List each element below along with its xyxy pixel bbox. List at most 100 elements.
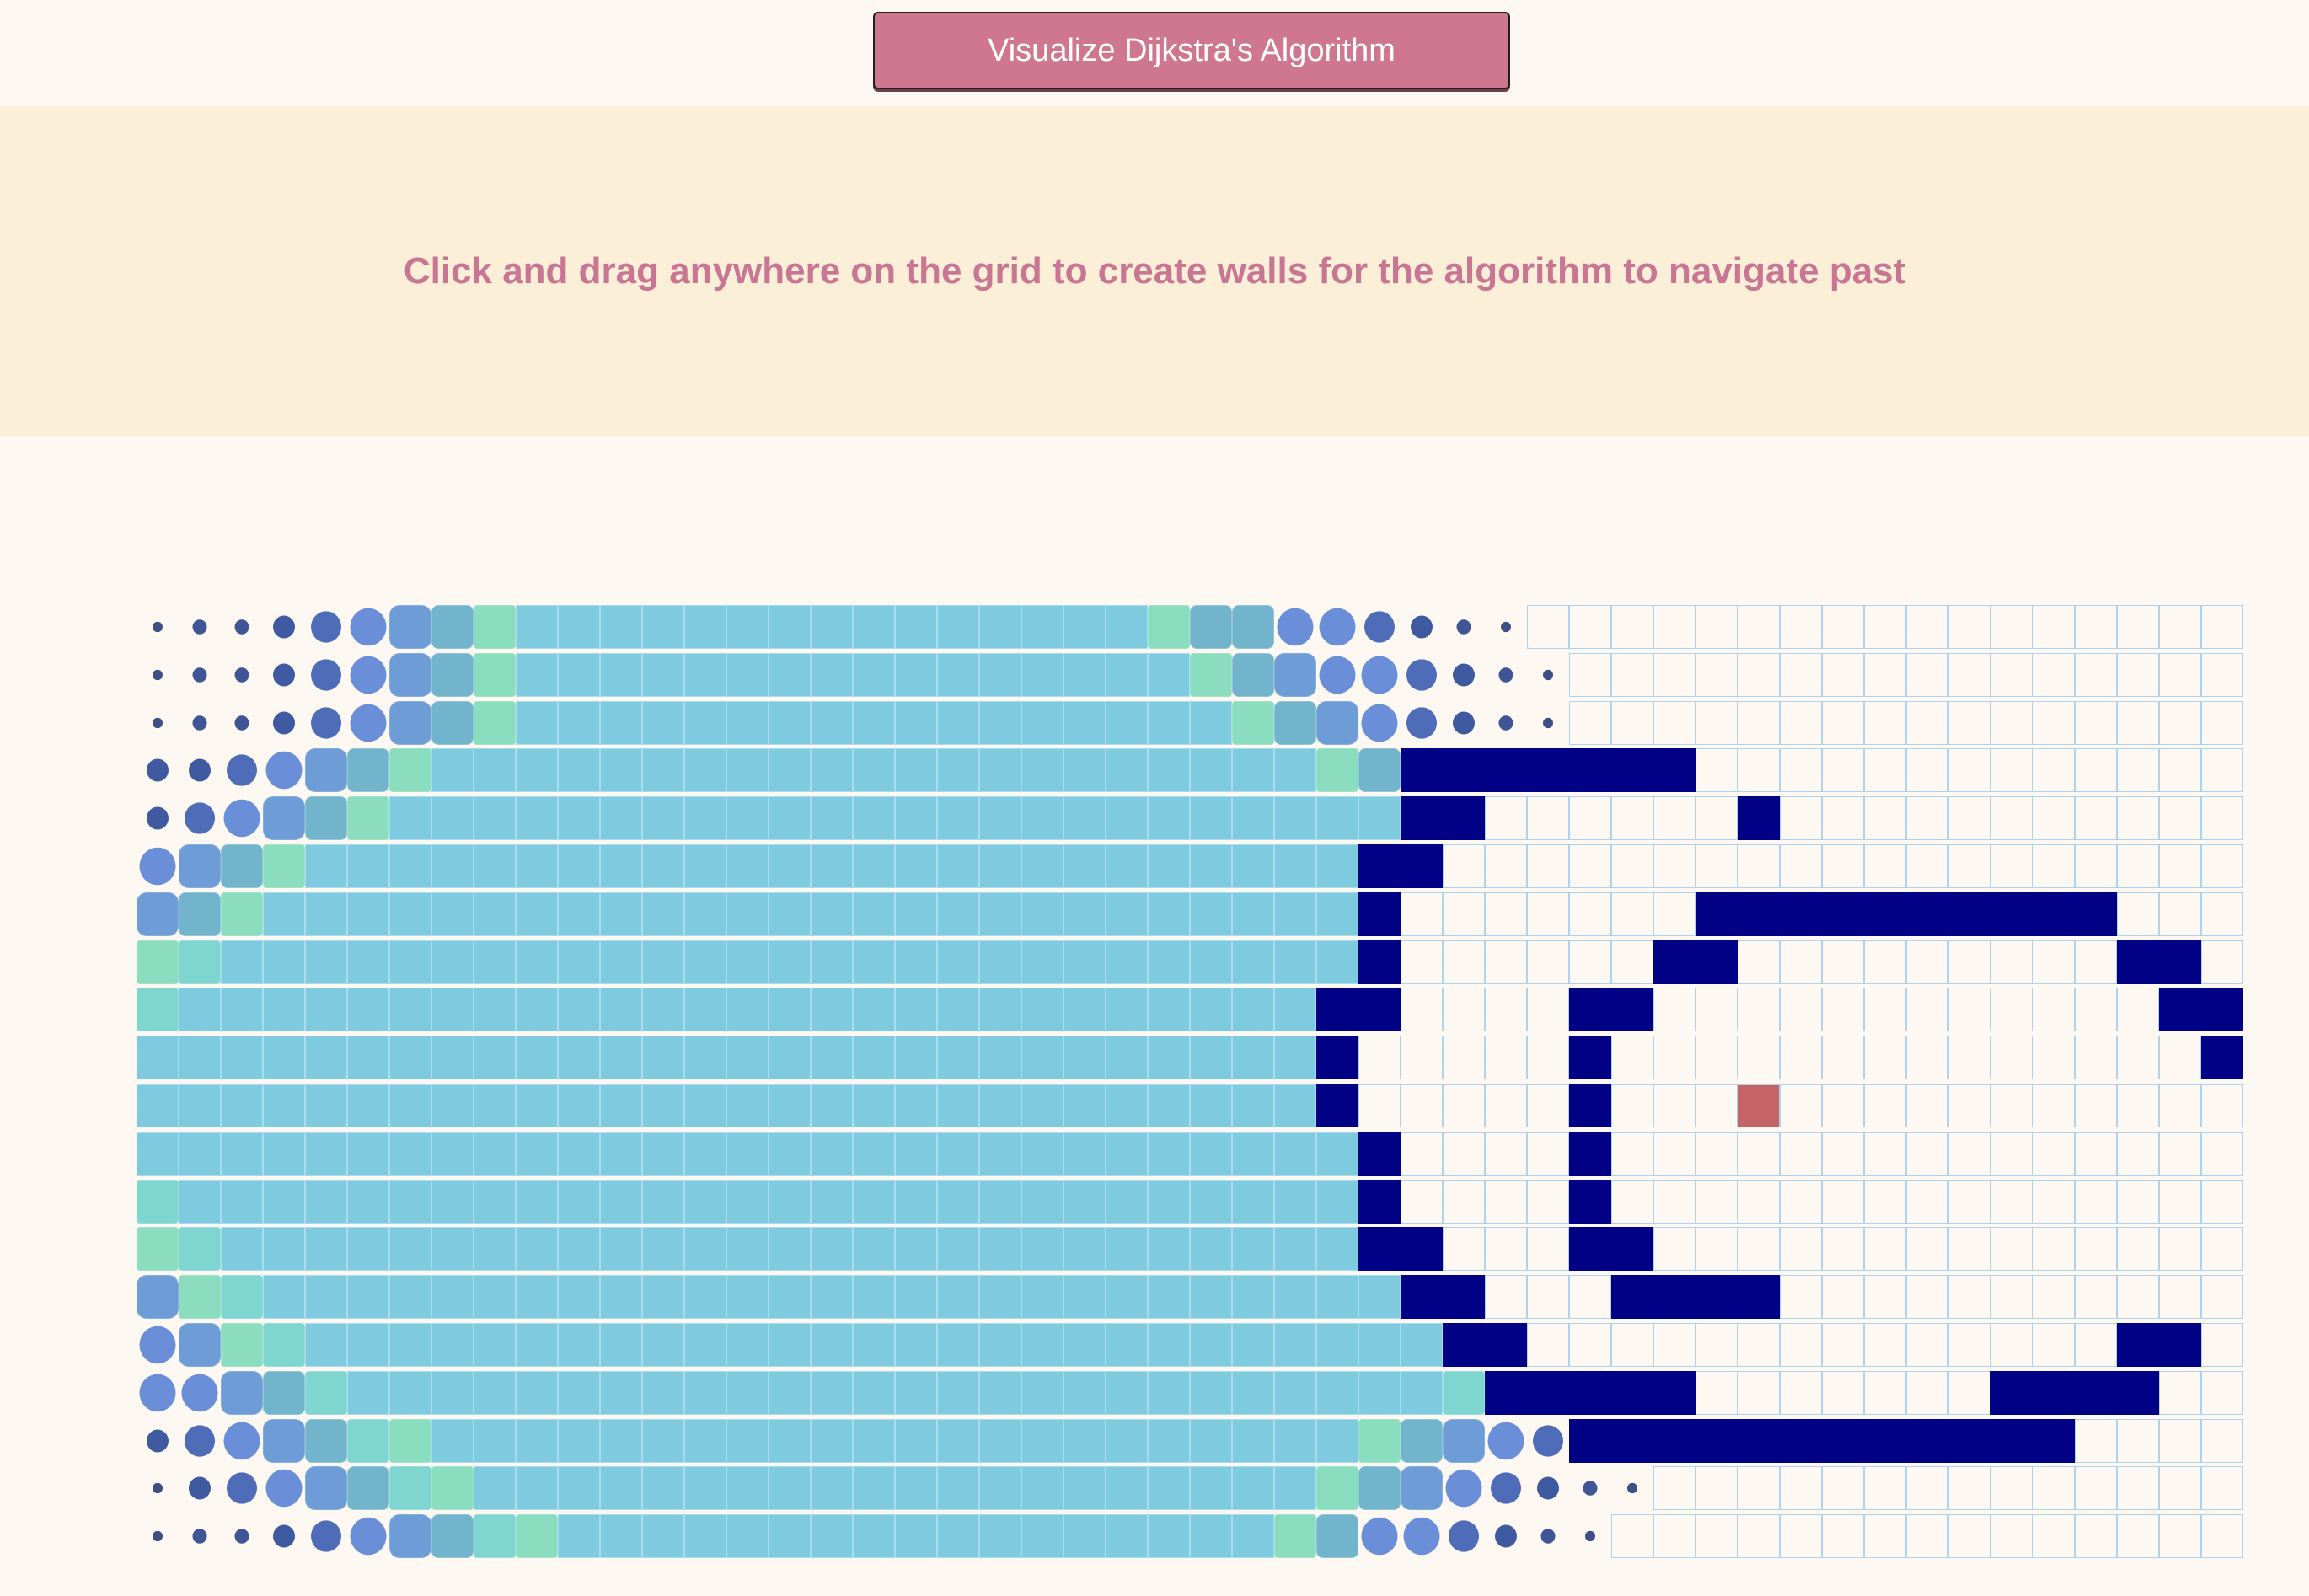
grid-cell[interactable] [1864, 1131, 1906, 1176]
wall-cell[interactable] [1443, 796, 1485, 841]
visited-cell[interactable] [642, 652, 684, 697]
wall-cell[interactable] [1569, 748, 1611, 793]
wall-cell[interactable] [1990, 892, 2033, 936]
visited-cell[interactable] [1106, 1514, 1148, 1559]
visited-cell[interactable] [1021, 652, 1063, 697]
grid-cell[interactable] [1653, 1179, 1696, 1224]
visited-cell[interactable] [347, 1323, 389, 1367]
visited-cell[interactable] [1106, 796, 1148, 841]
visited-cell[interactable] [600, 1466, 642, 1511]
grid-cell[interactable] [2159, 700, 2201, 745]
grid-cell[interactable] [1780, 1131, 1822, 1176]
wall-cell[interactable] [2159, 940, 2201, 984]
visited-cell[interactable] [769, 700, 811, 745]
visited-cell[interactable] [600, 892, 642, 936]
visited-cell[interactable] [979, 700, 1021, 745]
visited-cell[interactable] [516, 892, 558, 936]
grid-cell[interactable] [1653, 652, 1696, 697]
grid-cell[interactable] [1906, 844, 1948, 888]
grid-cell[interactable] [1948, 1036, 1990, 1080]
visited-cell[interactable] [726, 1084, 769, 1127]
grid-cell[interactable] [1822, 1370, 1864, 1415]
visited-cell[interactable] [937, 605, 979, 649]
visited-cell[interactable] [558, 844, 600, 888]
grid-cell[interactable] [2159, 748, 2201, 793]
grid-cell[interactable] [1906, 1275, 1948, 1320]
visited-cell[interactable] [853, 700, 895, 745]
visited-cell[interactable] [895, 700, 937, 745]
visited-cell[interactable] [769, 1514, 811, 1559]
grid-cell[interactable] [1611, 1084, 1653, 1127]
frontier-cell[interactable] [516, 1514, 558, 1559]
grid-cell[interactable] [2159, 605, 2201, 649]
visited-cell[interactable] [1063, 1179, 1106, 1224]
wall-cell[interactable] [2075, 1370, 2117, 1415]
grid-cell[interactable] [1780, 796, 1822, 841]
visited-cell[interactable] [558, 605, 600, 649]
wall-cell[interactable] [1316, 1036, 1358, 1080]
visited-cell[interactable] [1232, 748, 1274, 793]
visited-cell[interactable] [558, 652, 600, 697]
visited-cell[interactable] [347, 1131, 389, 1176]
frontier-cell[interactable] [192, 1529, 207, 1545]
visited-cell[interactable] [263, 1275, 305, 1320]
grid-cell[interactable] [1653, 988, 1696, 1032]
visited-cell[interactable] [1316, 1275, 1358, 1320]
visited-cell[interactable] [642, 940, 684, 984]
visited-cell[interactable] [1190, 1466, 1232, 1511]
visited-cell[interactable] [895, 1179, 937, 1224]
visited-cell[interactable] [600, 1179, 642, 1224]
grid-cell[interactable] [1569, 1323, 1611, 1367]
grid-cell[interactable] [1527, 1275, 1569, 1320]
visited-cell[interactable] [516, 940, 558, 984]
visited-cell[interactable] [1190, 1323, 1232, 1367]
grid-cell[interactable] [2075, 1227, 2117, 1272]
grid-cell[interactable] [1864, 700, 1906, 745]
visited-cell[interactable] [853, 796, 895, 841]
frontier-cell[interactable] [1406, 706, 1437, 739]
grid-cell[interactable] [1780, 1179, 1822, 1224]
wall-cell[interactable] [1611, 1275, 1653, 1320]
visited-cell[interactable] [474, 1036, 516, 1080]
visited-cell[interactable] [431, 1084, 474, 1127]
visited-cell[interactable] [895, 1418, 937, 1463]
visited-cell[interactable] [1232, 1179, 1274, 1224]
visited-cell[interactable] [642, 1418, 684, 1463]
grid-cell[interactable] [1990, 796, 2033, 841]
visited-cell[interactable] [684, 1370, 726, 1415]
grid-cell[interactable] [1443, 1036, 1485, 1080]
visited-cell[interactable] [1316, 940, 1358, 984]
visited-cell[interactable] [853, 1036, 895, 1080]
visited-cell[interactable] [811, 892, 853, 936]
visited-cell[interactable] [937, 796, 979, 841]
visited-cell[interactable] [1106, 1179, 1148, 1224]
frontier-cell[interactable] [137, 1179, 179, 1224]
frontier-cell[interactable] [305, 1466, 347, 1511]
frontier-cell[interactable] [1498, 667, 1513, 683]
visited-cell[interactable] [1148, 1514, 1190, 1559]
grid-cell[interactable] [2201, 1179, 2243, 1224]
visited-cell[interactable] [263, 1036, 305, 1080]
visited-cell[interactable] [600, 1275, 642, 1320]
visited-cell[interactable] [1106, 1131, 1148, 1176]
visited-cell[interactable] [811, 1084, 853, 1127]
visited-cell[interactable] [1021, 796, 1063, 841]
visited-cell[interactable] [853, 940, 895, 984]
visited-cell[interactable] [1148, 796, 1190, 841]
visited-cell[interactable] [558, 1036, 600, 1080]
visited-cell[interactable] [305, 988, 347, 1032]
frontier-cell[interactable] [137, 940, 179, 984]
visited-cell[interactable] [684, 1227, 726, 1272]
frontier-cell[interactable] [181, 1374, 218, 1412]
frontier-cell[interactable] [1443, 1370, 1485, 1415]
visited-cell[interactable] [895, 844, 937, 888]
grid-cell[interactable] [2117, 605, 2159, 649]
visited-cell[interactable] [305, 892, 347, 936]
frontier-cell[interactable] [1316, 748, 1358, 793]
visited-cell[interactable] [684, 652, 726, 697]
visited-cell[interactable] [558, 1179, 600, 1224]
grid-cell[interactable] [2075, 1179, 2117, 1224]
grid-cell[interactable] [1948, 748, 1990, 793]
frontier-cell[interactable] [1358, 748, 1401, 793]
grid-cell[interactable] [1738, 1131, 1780, 1176]
